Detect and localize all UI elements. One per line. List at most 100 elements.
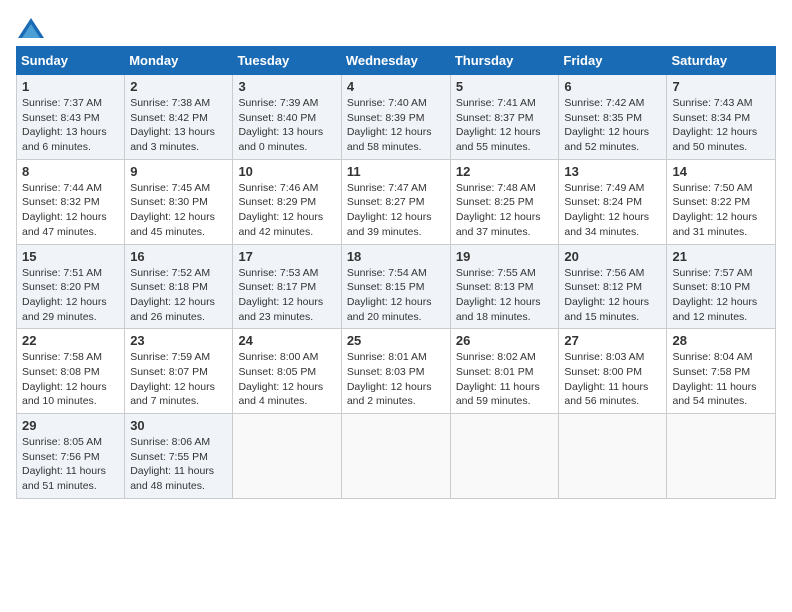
calendar-header-tuesday: Tuesday xyxy=(233,47,341,75)
calendar-cell: 15 Sunrise: 7:51 AMSunset: 8:20 PMDayligh… xyxy=(17,244,125,329)
day-number: 24 xyxy=(238,333,335,348)
day-number: 15 xyxy=(22,249,119,264)
logo-icon xyxy=(16,16,46,40)
logo xyxy=(16,16,50,40)
calendar-cell xyxy=(450,414,559,499)
day-number: 23 xyxy=(130,333,227,348)
day-number: 16 xyxy=(130,249,227,264)
calendar-cell xyxy=(667,414,776,499)
calendar-week-row: 15 Sunrise: 7:51 AMSunset: 8:20 PMDayligh… xyxy=(17,244,776,329)
day-info: Sunrise: 8:02 AMSunset: 8:01 PMDaylight:… xyxy=(456,350,554,409)
calendar-header-saturday: Saturday xyxy=(667,47,776,75)
calendar-cell: 14 Sunrise: 7:50 AMSunset: 8:22 PMDayligh… xyxy=(667,159,776,244)
calendar-cell: 19 Sunrise: 7:55 AMSunset: 8:13 PMDayligh… xyxy=(450,244,559,329)
day-info: Sunrise: 7:44 AMSunset: 8:32 PMDaylight:… xyxy=(22,181,119,240)
day-info: Sunrise: 7:45 AMSunset: 8:30 PMDaylight:… xyxy=(130,181,227,240)
calendar-cell: 23Sunrise: 7:59 AMSunset: 8:07 PMDayligh… xyxy=(125,329,233,414)
calendar-cell: 7 Sunrise: 7:43 AMSunset: 8:34 PMDaylight… xyxy=(667,75,776,160)
day-info: Sunrise: 8:01 AMSunset: 8:03 PMDaylight:… xyxy=(347,350,445,409)
day-info: Sunrise: 7:46 AMSunset: 8:29 PMDaylight:… xyxy=(238,181,335,240)
calendar-header-sunday: Sunday xyxy=(17,47,125,75)
day-info: Sunrise: 7:37 AMSunset: 8:43 PMDaylight:… xyxy=(22,96,119,155)
day-info: Sunrise: 7:43 AMSunset: 8:34 PMDaylight:… xyxy=(672,96,770,155)
day-number: 17 xyxy=(238,249,335,264)
calendar-cell: 4Sunrise: 7:40 AMSunset: 8:39 PMDaylight… xyxy=(341,75,450,160)
calendar-cell: 25 Sunrise: 8:01 AMSunset: 8:03 PMDayligh… xyxy=(341,329,450,414)
calendar-cell: 11 Sunrise: 7:47 AMSunset: 8:27 PMDayligh… xyxy=(341,159,450,244)
day-number: 12 xyxy=(456,164,554,179)
calendar-week-row: 8Sunrise: 7:44 AMSunset: 8:32 PMDaylight… xyxy=(17,159,776,244)
day-info: Sunrise: 7:55 AMSunset: 8:13 PMDaylight:… xyxy=(456,266,554,325)
calendar-cell: 1 Sunrise: 7:37 AMSunset: 8:43 PMDaylight… xyxy=(17,75,125,160)
day-number: 14 xyxy=(672,164,770,179)
day-info: Sunrise: 7:42 AMSunset: 8:35 PMDaylight:… xyxy=(564,96,661,155)
day-info: Sunrise: 7:47 AMSunset: 8:27 PMDaylight:… xyxy=(347,181,445,240)
day-number: 5 xyxy=(456,79,554,94)
calendar-header-thursday: Thursday xyxy=(450,47,559,75)
day-number: 25 xyxy=(347,333,445,348)
day-number: 7 xyxy=(672,79,770,94)
day-info: Sunrise: 7:56 AMSunset: 8:12 PMDaylight:… xyxy=(564,266,661,325)
day-info: Sunrise: 8:04 AMSunset: 7:58 PMDaylight:… xyxy=(672,350,770,409)
calendar-week-row: 29 Sunrise: 8:05 AMSunset: 7:56 PMDayligh… xyxy=(17,414,776,499)
calendar-header-wednesday: Wednesday xyxy=(341,47,450,75)
calendar-cell: 12 Sunrise: 7:48 AMSunset: 8:25 PMDayligh… xyxy=(450,159,559,244)
day-info: Sunrise: 7:50 AMSunset: 8:22 PMDaylight:… xyxy=(672,181,770,240)
calendar-cell xyxy=(233,414,341,499)
day-info: Sunrise: 7:40 AMSunset: 8:39 PMDaylight:… xyxy=(347,96,445,155)
day-info: Sunrise: 7:57 AMSunset: 8:10 PMDaylight:… xyxy=(672,266,770,325)
day-info: Sunrise: 7:38 AMSunset: 8:42 PMDaylight:… xyxy=(130,96,227,155)
day-info: Sunrise: 7:48 AMSunset: 8:25 PMDaylight:… xyxy=(456,181,554,240)
day-info: Sunrise: 8:05 AMSunset: 7:56 PMDaylight:… xyxy=(22,435,119,494)
day-number: 27 xyxy=(564,333,661,348)
day-number: 10 xyxy=(238,164,335,179)
calendar-cell: 10 Sunrise: 7:46 AMSunset: 8:29 PMDayligh… xyxy=(233,159,341,244)
day-number: 3 xyxy=(238,79,335,94)
day-number: 26 xyxy=(456,333,554,348)
day-number: 1 xyxy=(22,79,119,94)
calendar-cell: 22 Sunrise: 7:58 AMSunset: 8:08 PMDayligh… xyxy=(17,329,125,414)
day-info: Sunrise: 8:06 AMSunset: 7:55 PMDaylight:… xyxy=(130,435,227,494)
calendar-cell xyxy=(559,414,667,499)
day-number: 19 xyxy=(456,249,554,264)
day-info: Sunrise: 7:51 AMSunset: 8:20 PMDaylight:… xyxy=(22,266,119,325)
calendar-week-row: 1 Sunrise: 7:37 AMSunset: 8:43 PMDaylight… xyxy=(17,75,776,160)
day-info: Sunrise: 7:49 AMSunset: 8:24 PMDaylight:… xyxy=(564,181,661,240)
day-info: Sunrise: 8:03 AMSunset: 8:00 PMDaylight:… xyxy=(564,350,661,409)
day-number: 2 xyxy=(130,79,227,94)
calendar-cell: 28 Sunrise: 8:04 AMSunset: 7:58 PMDayligh… xyxy=(667,329,776,414)
calendar-cell xyxy=(341,414,450,499)
day-number: 30 xyxy=(130,418,227,433)
calendar-cell: 30 Sunrise: 8:06 AMSunset: 7:55 PMDayligh… xyxy=(125,414,233,499)
day-info: Sunrise: 7:41 AMSunset: 8:37 PMDaylight:… xyxy=(456,96,554,155)
calendar-cell: 24 Sunrise: 8:00 AMSunset: 8:05 PMDayligh… xyxy=(233,329,341,414)
day-number: 29 xyxy=(22,418,119,433)
calendar-cell: 17 Sunrise: 7:53 AMSunset: 8:17 PMDayligh… xyxy=(233,244,341,329)
calendar-cell: 16 Sunrise: 7:52 AMSunset: 8:18 PMDayligh… xyxy=(125,244,233,329)
day-info: Sunrise: 7:53 AMSunset: 8:17 PMDaylight:… xyxy=(238,266,335,325)
calendar-cell: 18Sunrise: 7:54 AMSunset: 8:15 PMDayligh… xyxy=(341,244,450,329)
calendar-cell: 21 Sunrise: 7:57 AMSunset: 8:10 PMDayligh… xyxy=(667,244,776,329)
calendar-cell: 27 Sunrise: 8:03 AMSunset: 8:00 PMDayligh… xyxy=(559,329,667,414)
calendar-header-friday: Friday xyxy=(559,47,667,75)
calendar-cell: 5 Sunrise: 7:41 AMSunset: 8:37 PMDaylight… xyxy=(450,75,559,160)
calendar-header-row: SundayMondayTuesdayWednesdayThursdayFrid… xyxy=(17,47,776,75)
day-number: 20 xyxy=(564,249,661,264)
calendar-cell: 20 Sunrise: 7:56 AMSunset: 8:12 PMDayligh… xyxy=(559,244,667,329)
day-info: Sunrise: 7:52 AMSunset: 8:18 PMDaylight:… xyxy=(130,266,227,325)
day-info: Sunrise: 7:58 AMSunset: 8:08 PMDaylight:… xyxy=(22,350,119,409)
calendar-cell: 2 Sunrise: 7:38 AMSunset: 8:42 PMDaylight… xyxy=(125,75,233,160)
day-info: Sunrise: 8:00 AMSunset: 8:05 PMDaylight:… xyxy=(238,350,335,409)
day-number: 11 xyxy=(347,164,445,179)
day-number: 21 xyxy=(672,249,770,264)
calendar-cell: 9Sunrise: 7:45 AMSunset: 8:30 PMDaylight… xyxy=(125,159,233,244)
calendar-cell: 29 Sunrise: 8:05 AMSunset: 7:56 PMDayligh… xyxy=(17,414,125,499)
calendar-cell: 26 Sunrise: 8:02 AMSunset: 8:01 PMDayligh… xyxy=(450,329,559,414)
calendar-week-row: 22 Sunrise: 7:58 AMSunset: 8:08 PMDayligh… xyxy=(17,329,776,414)
day-number: 22 xyxy=(22,333,119,348)
day-number: 28 xyxy=(672,333,770,348)
calendar-cell: 6Sunrise: 7:42 AMSunset: 8:35 PMDaylight… xyxy=(559,75,667,160)
day-number: 18 xyxy=(347,249,445,264)
calendar-cell: 8Sunrise: 7:44 AMSunset: 8:32 PMDaylight… xyxy=(17,159,125,244)
calendar-cell: 13Sunrise: 7:49 AMSunset: 8:24 PMDayligh… xyxy=(559,159,667,244)
